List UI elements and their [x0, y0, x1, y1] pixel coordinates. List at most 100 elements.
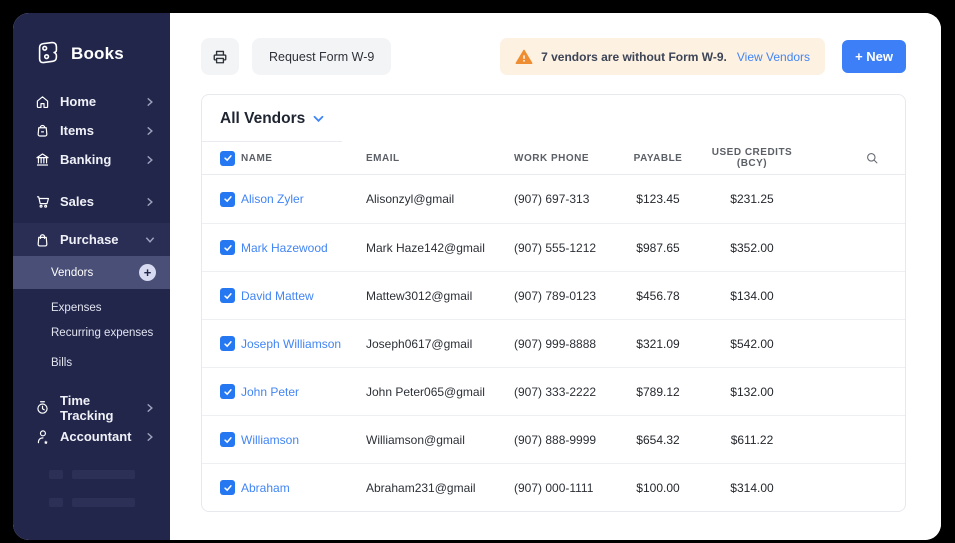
- row-checkbox[interactable]: [220, 480, 235, 495]
- row-checkbox[interactable]: [220, 240, 235, 255]
- select-all-checkbox[interactable]: [220, 150, 235, 166]
- vendor-payable: $123.45: [636, 192, 680, 206]
- view-vendors-link[interactable]: View Vendors: [737, 50, 810, 64]
- sidebar-item-time-tracking[interactable]: Time Tracking: [13, 392, 170, 423]
- vendor-name-link[interactable]: Joseph Williamson: [241, 337, 366, 351]
- column-header-payable: PAYABLE: [633, 152, 683, 164]
- home-icon: [36, 96, 49, 109]
- vendor-name-link[interactable]: Alison Zyler: [241, 192, 366, 206]
- check-icon: [223, 340, 232, 347]
- books-logo-icon: [34, 38, 62, 71]
- vendor-name-link[interactable]: David Mattew: [241, 289, 366, 303]
- vendor-work-phone: (907) 999-8888: [514, 336, 597, 351]
- row-checkbox[interactable]: [220, 336, 235, 351]
- sidebar-item-label: Vendors: [51, 266, 94, 279]
- sidebar-item-label: Items: [60, 123, 94, 138]
- sales-icon: [36, 196, 50, 208]
- vendor-name-link[interactable]: Williamson: [241, 433, 366, 447]
- chevron-right-icon: [147, 197, 153, 206]
- vendor-table-body: Alison Zyler Alisonzyl@gmail (907) 697-3…: [202, 175, 905, 511]
- chevron-right-icon: [147, 155, 153, 164]
- column-header-used-credits: USED CREDITS (BCY): [711, 147, 793, 169]
- vendor-work-phone: (907) 789-0123: [514, 288, 597, 303]
- table-row: Joseph Williamson Joseph0617@gmail (907)…: [202, 319, 905, 367]
- chevron-down-icon: [313, 115, 324, 123]
- vendor-payable: $987.65: [636, 240, 680, 255]
- check-icon: [223, 196, 232, 203]
- sidebar-item-accountant[interactable]: Accountant: [13, 422, 170, 451]
- printer-icon: [213, 50, 227, 63]
- vendor-email: Alisonzyl@gmail: [366, 192, 455, 206]
- row-checkbox[interactable]: [220, 432, 235, 447]
- items-icon: [37, 124, 48, 137]
- sidebar-item-bills[interactable]: Bills: [13, 350, 170, 375]
- table-row: John Peter John Peter065@gmail (907) 333…: [202, 367, 905, 415]
- sidebar-item-label: Time Tracking: [60, 392, 114, 423]
- sidebar-item-banking[interactable]: Banking: [13, 145, 170, 174]
- sidebar-item-items[interactable]: Items: [13, 116, 170, 145]
- column-header-name: NAME: [241, 152, 273, 164]
- vendor-used-credits: $231.25: [730, 192, 774, 206]
- sidebar-item-sales[interactable]: Sales: [13, 187, 170, 216]
- vendor-email: Williamson@gmail: [366, 432, 465, 447]
- add-vendor-button[interactable]: +: [139, 264, 156, 281]
- vendor-used-credits: $314.00: [730, 480, 774, 495]
- vendor-used-credits: $134.00: [730, 288, 774, 303]
- filter-label: All Vendors: [220, 110, 306, 127]
- app-window: Books Home Items Banking Sales Purchase …: [13, 13, 941, 540]
- all-vendors-dropdown[interactable]: All Vendors: [202, 95, 343, 142]
- table-row: David Mattew Mattew3012@gmail (907) 789-…: [202, 271, 905, 319]
- chevron-right-icon: [147, 432, 153, 441]
- vendor-work-phone: (907) 555-1212: [514, 240, 597, 255]
- sidebar-item-label: Accountant: [60, 429, 132, 444]
- sidebar: Books Home Items Banking Sales Purchase …: [13, 13, 170, 540]
- brand: Books: [13, 37, 170, 71]
- vendor-payable: $321.09: [636, 336, 680, 351]
- table-row: Alison Zyler Alisonzyl@gmail (907) 697-3…: [202, 175, 905, 223]
- vendor-name-link[interactable]: Abraham: [241, 481, 366, 495]
- vendor-used-credits: $132.00: [730, 384, 774, 399]
- table-header-row: NAME EMAIL WORK PHONE PAYABLE USED CREDI…: [202, 142, 905, 175]
- sidebar-item-expenses[interactable]: Expenses: [13, 295, 170, 320]
- check-icon: [223, 484, 232, 491]
- accountant-icon: [37, 430, 48, 445]
- check-icon: [223, 155, 232, 162]
- vendor-payable: $100.00: [636, 480, 680, 495]
- row-checkbox[interactable]: [220, 384, 235, 399]
- sidebar-nav: Home Items Banking Sales Purchase Vendor…: [13, 87, 170, 507]
- vendor-name-link[interactable]: Mark Hazewood: [241, 241, 366, 255]
- sidebar-skeleton-row: [13, 498, 170, 507]
- sidebar-item-label: Home: [60, 94, 97, 109]
- column-header-work-phone: WORK PHONE: [514, 152, 589, 164]
- request-form-w9-button[interactable]: Request Form W-9: [252, 38, 392, 75]
- vendor-used-credits: $542.00: [730, 336, 774, 351]
- print-button[interactable]: [201, 38, 239, 75]
- warning-icon: [515, 49, 533, 64]
- table-row: Williamson Williamson@gmail (907) 888-99…: [202, 415, 905, 463]
- new-button[interactable]: + New: [842, 40, 906, 73]
- vendor-work-phone: (907) 888-9999: [514, 432, 597, 447]
- row-checkbox[interactable]: [220, 191, 235, 207]
- vendor-email: Mark Haze142@gmail: [366, 240, 485, 255]
- vendor-payable: $789.12: [636, 384, 680, 399]
- vendor-name-link[interactable]: John Peter: [241, 385, 366, 399]
- sidebar-item-home[interactable]: Home: [13, 87, 170, 116]
- vendor-used-credits: $352.00: [730, 240, 774, 255]
- chevron-down-icon: [145, 236, 155, 243]
- vendor-work-phone: (907) 333-2222: [514, 384, 597, 399]
- sidebar-item-recurring-expenses[interactable]: Recurring expenses: [13, 320, 170, 345]
- sidebar-item-label: Purchase: [60, 232, 119, 247]
- sidebar-item-vendors[interactable]: Vendors +: [13, 256, 170, 289]
- vendor-work-phone: (907) 000-1111: [514, 480, 594, 495]
- vendor-email: Abraham231@gmail: [366, 480, 476, 495]
- sidebar-item-label: Banking: [60, 152, 112, 167]
- vendor-payable: $456.78: [636, 288, 680, 303]
- row-checkbox[interactable]: [220, 288, 235, 303]
- search-button[interactable]: [865, 151, 887, 165]
- vendors-card: All Vendors NAME EMAIL WORK PHONE PAYABL…: [201, 94, 906, 512]
- chevron-right-icon: [147, 403, 153, 412]
- purchase-sub-list: Expenses Recurring expenses Bills: [13, 295, 170, 375]
- sidebar-item-purchase[interactable]: Purchase: [13, 223, 170, 256]
- vendor-used-credits: $611.22: [730, 432, 774, 447]
- search-icon: [867, 153, 878, 164]
